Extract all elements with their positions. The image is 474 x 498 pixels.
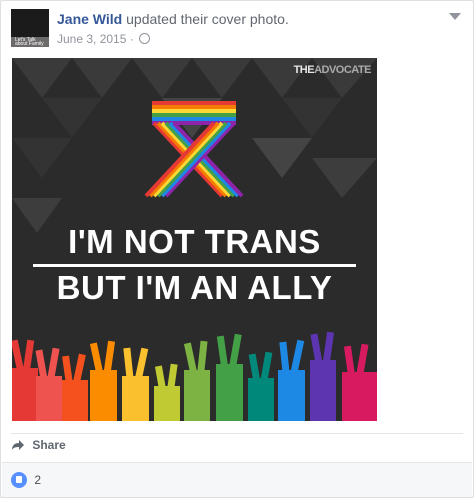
like-summary[interactable]: 2	[11, 472, 41, 488]
brand-logo: THEADVOCATE	[293, 64, 372, 76]
divider	[11, 433, 463, 434]
avatar-text: Let's Talk about Family	[15, 37, 44, 47]
post-action: updated their cover photo.	[126, 11, 289, 27]
rainbow-ribbon	[144, 101, 244, 198]
reactions-bar: 2	[2, 462, 472, 497]
chevron-down-icon[interactable]	[449, 13, 461, 20]
share-icon	[12, 440, 24, 450]
author-name[interactable]: Jane Wild	[57, 11, 122, 27]
post-title: Jane Wild updated their cover photo.	[57, 11, 289, 27]
headline-line-1: I'M NOT TRANS	[68, 223, 321, 260]
post-card: Let's Talk about Family Jane Wild update…	[0, 0, 474, 498]
like-count: 2	[34, 473, 42, 487]
globe-icon[interactable]	[139, 33, 151, 44]
headline-line-2: BUT I'M AN ALLY	[56, 269, 333, 306]
rainbow-hands	[12, 331, 377, 421]
brand-name: ADVOCATE	[314, 64, 371, 76]
avatar[interactable]: Let's Talk about Family	[11, 9, 49, 47]
post-header: Let's Talk about Family Jane Wild update…	[11, 9, 461, 49]
brand-prefix: THE	[293, 64, 315, 76]
share-button[interactable]: Share	[11, 438, 66, 454]
share-label: Share	[32, 438, 66, 452]
headline-rule	[33, 264, 356, 267]
cover-photo[interactable]: THEADVOCATE I'M NOT TRANS BUT I'M AN ALL…	[12, 58, 377, 421]
post-meta: June 3, 2015 ·	[57, 32, 151, 46]
post-date[interactable]: June 3, 2015	[57, 32, 126, 46]
like-icon	[11, 472, 27, 488]
meta-dot: ·	[129, 32, 134, 46]
